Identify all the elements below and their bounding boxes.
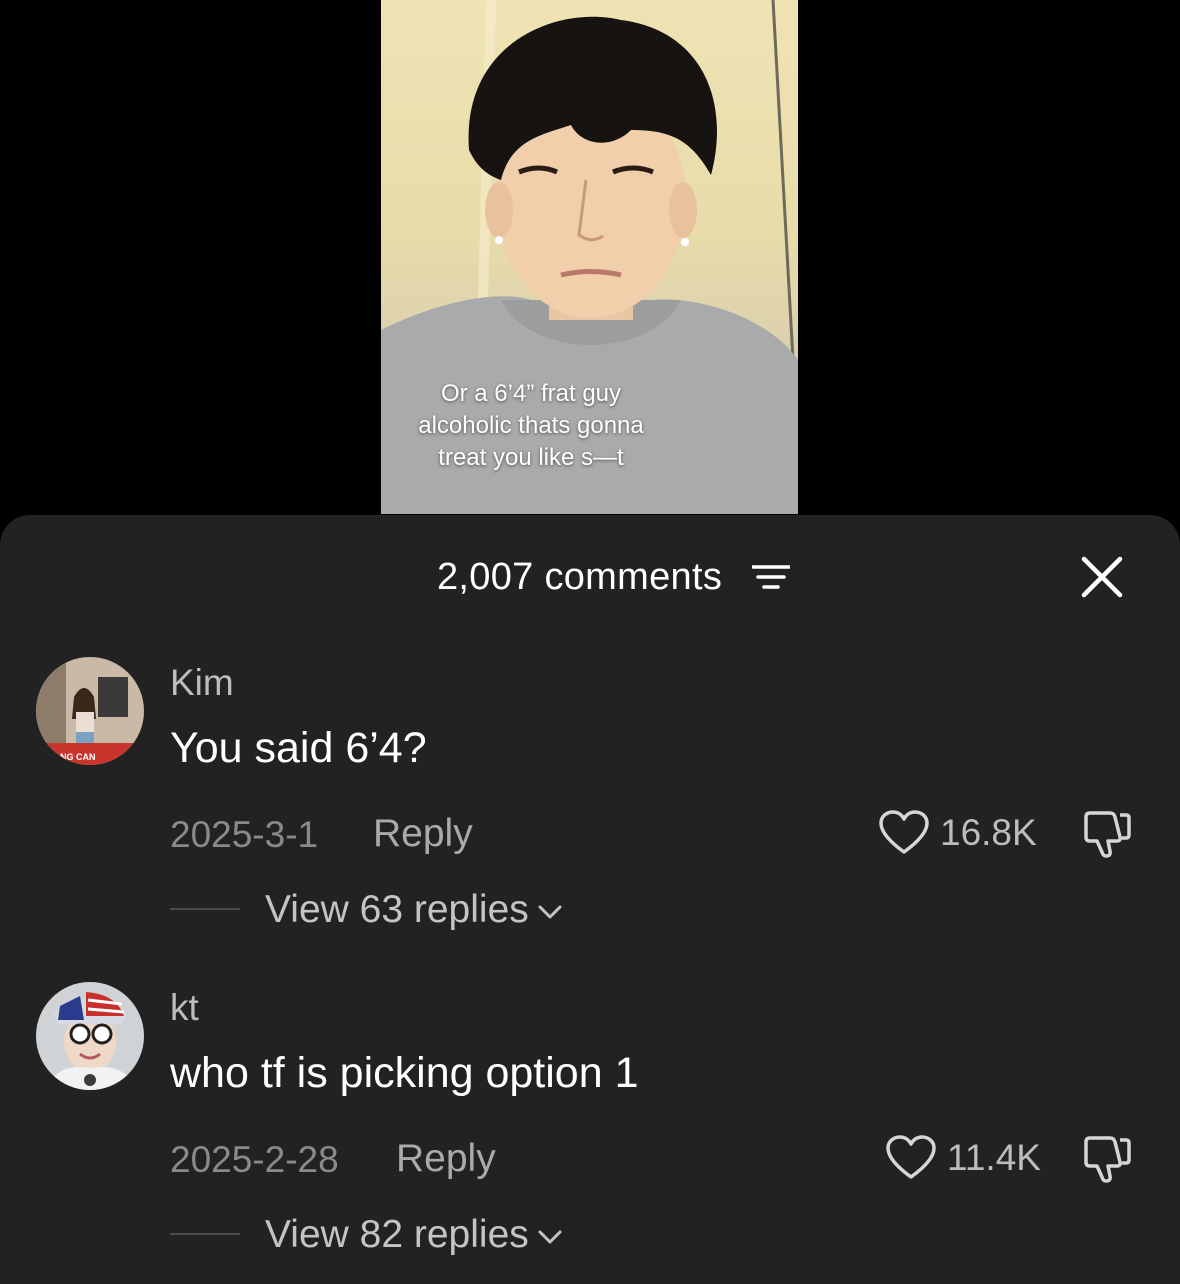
- comment-item: kt who tf is picking option 1 2025-2-28 …: [0, 840, 1180, 1256]
- avatar[interactable]: NG CAN: [36, 657, 144, 765]
- replies-divider: [170, 1233, 240, 1235]
- like-count: 11.4K: [947, 1137, 1041, 1178]
- video-caption: Or a 6’4” frat guy alcoholic thats gonna…: [418, 380, 644, 471]
- avatar[interactable]: [36, 982, 144, 1090]
- comment-item: NG CAN Kim You said 6’4? 2025-3-1 Reply …: [0, 515, 1180, 931]
- comment-text: who tf is picking option 1: [170, 1049, 639, 1097]
- reply-button[interactable]: Reply: [396, 1136, 496, 1182]
- view-replies-label: View 82 replies: [265, 1213, 529, 1256]
- comment-username[interactable]: kt: [170, 986, 199, 1030]
- avatar-caption: NG CAN: [60, 752, 96, 762]
- like-button[interactable]: 11.4K: [885, 1132, 1041, 1184]
- heart-outline-icon: [886, 1135, 936, 1179]
- comment-text: You said 6’4?: [170, 724, 427, 772]
- comment-date: 2025-2-28: [170, 1139, 339, 1180]
- dislike-thumb-down-icon[interactable]: [1080, 1132, 1134, 1186]
- comments-sheet: 2,007 comments NG CAN Kim You said 6’4? …: [0, 515, 1180, 1284]
- view-replies-button[interactable]: View 82 replies: [265, 1212, 563, 1258]
- chevron-down-icon: [538, 1230, 562, 1244]
- comment-username[interactable]: Kim: [170, 661, 234, 705]
- video-player[interactable]: Or a 6’4” frat guy alcoholic thats gonna…: [381, 0, 798, 514]
